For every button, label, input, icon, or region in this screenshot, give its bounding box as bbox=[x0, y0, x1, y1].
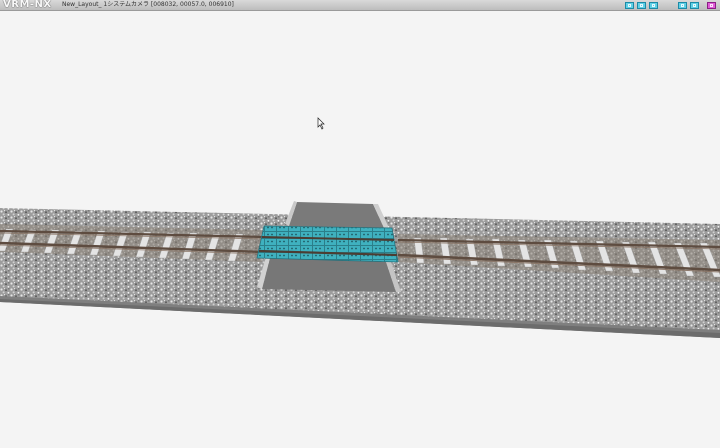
window-title: New_Layout_ 1システムカメラ [008032, 00057.0, 0… bbox=[62, 1, 234, 8]
app-logo: VRM-NX bbox=[3, 0, 52, 10]
3d-viewport[interactable] bbox=[0, 11, 720, 448]
title-bar: VRM-NX New_Layout_ 1システムカメラ [008032, 000… bbox=[0, 0, 720, 11]
view-mode-2-icon[interactable] bbox=[637, 2, 646, 9]
fullscreen-icon[interactable] bbox=[690, 2, 699, 9]
menu-dropdown-icon[interactable] bbox=[707, 2, 716, 9]
view-mode-1-icon[interactable] bbox=[625, 2, 634, 9]
view-mode-3-icon[interactable] bbox=[649, 2, 658, 9]
mouse-cursor-icon bbox=[317, 117, 325, 130]
window-mode-icon[interactable] bbox=[678, 2, 687, 9]
road-ramp bbox=[289, 202, 384, 228]
